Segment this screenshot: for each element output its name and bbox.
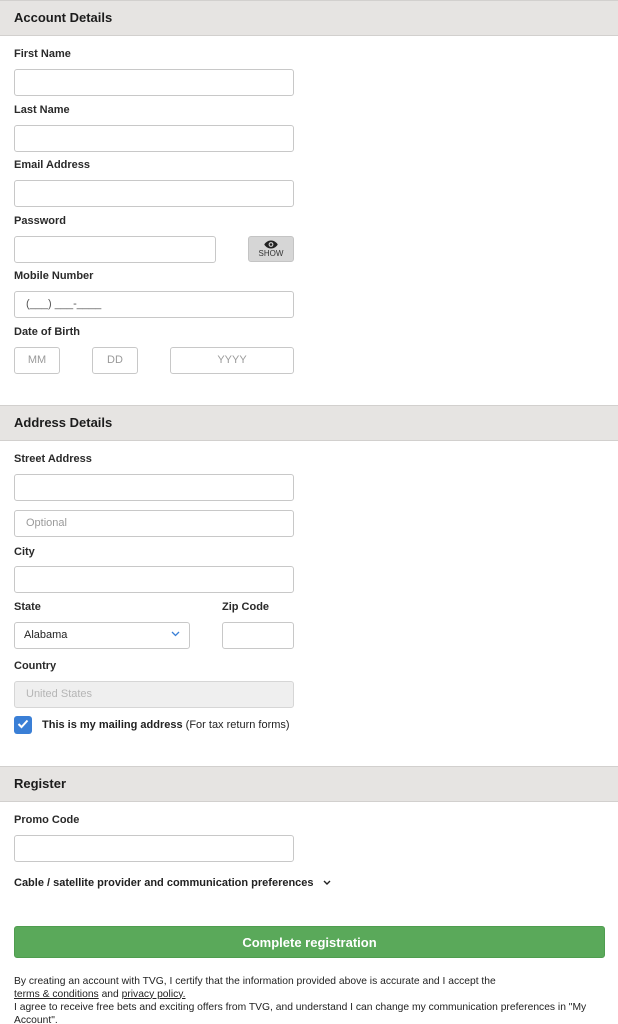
eye-icon [264,240,278,249]
last-name-label: Last Name [14,104,70,116]
and-text: and [98,988,122,1000]
password-label: Password [14,215,66,227]
state-value: Alabama [24,629,68,641]
dob-label: Date of Birth [14,326,80,338]
mobile-label: Mobile Number [14,270,94,282]
first-name-label: First Name [14,48,71,60]
mailing-address-label: This is my mailing address [42,719,183,731]
email-input[interactable] [14,180,294,207]
terms-link[interactable]: terms & conditions [14,989,99,1000]
promo-label: Promo Code [14,814,80,826]
legal-text-2: I agree to receive free bets and excitin… [14,1002,587,1024]
mailing-address-text: This is my mailing address (For tax retu… [42,719,290,731]
zip-label: Zip Code [222,601,270,613]
address-details-header: Address Details [0,405,618,441]
password-input[interactable] [14,236,216,263]
country-label: Country [14,660,57,672]
country-input: United States [14,681,294,708]
complete-registration-button[interactable]: Complete registration [14,926,605,958]
show-password-button[interactable]: SHOW [248,236,294,262]
street-input[interactable] [14,474,294,501]
legal-text-intro: By creating an account with TVG, I certi… [14,976,496,987]
dob-year-input[interactable]: YYYY [170,347,294,374]
checkmark-icon [17,719,29,729]
mobile-input[interactable]: (___) ___-____ [14,291,294,318]
legal-text-1: By creating an account with TVG, I certi… [14,976,604,1001]
street-label: Street Address [14,453,92,465]
email-label: Email Address [14,159,91,171]
account-details-header: Account Details [0,0,618,36]
city-label: City [14,546,35,558]
show-label: SHOW [258,249,284,258]
promo-input[interactable] [14,835,294,862]
cable-preferences-toggle[interactable]: Cable / satellite provider and communica… [14,877,331,889]
zip-input[interactable] [222,622,294,649]
chevron-down-icon [323,880,331,886]
mailing-address-checkbox[interactable] [14,716,32,734]
mailing-address-note: (For tax return forms) [182,719,290,731]
city-input[interactable] [14,566,294,593]
street2-input[interactable]: Optional [14,510,294,537]
register-header: Register [0,766,618,802]
dob-month-input[interactable]: MM [14,347,60,374]
cable-preferences-label: Cable / satellite provider and communica… [14,877,314,889]
state-select[interactable]: Alabama [14,622,190,649]
last-name-input[interactable] [14,125,294,152]
registration-page: Account Details First Name Last Name Ema… [0,0,618,1024]
chevron-down-icon [171,631,180,637]
first-name-input[interactable] [14,69,294,96]
dob-day-input[interactable]: DD [92,347,138,374]
privacy-link[interactable]: privacy policy. [122,989,186,1000]
state-label: State [14,601,41,613]
